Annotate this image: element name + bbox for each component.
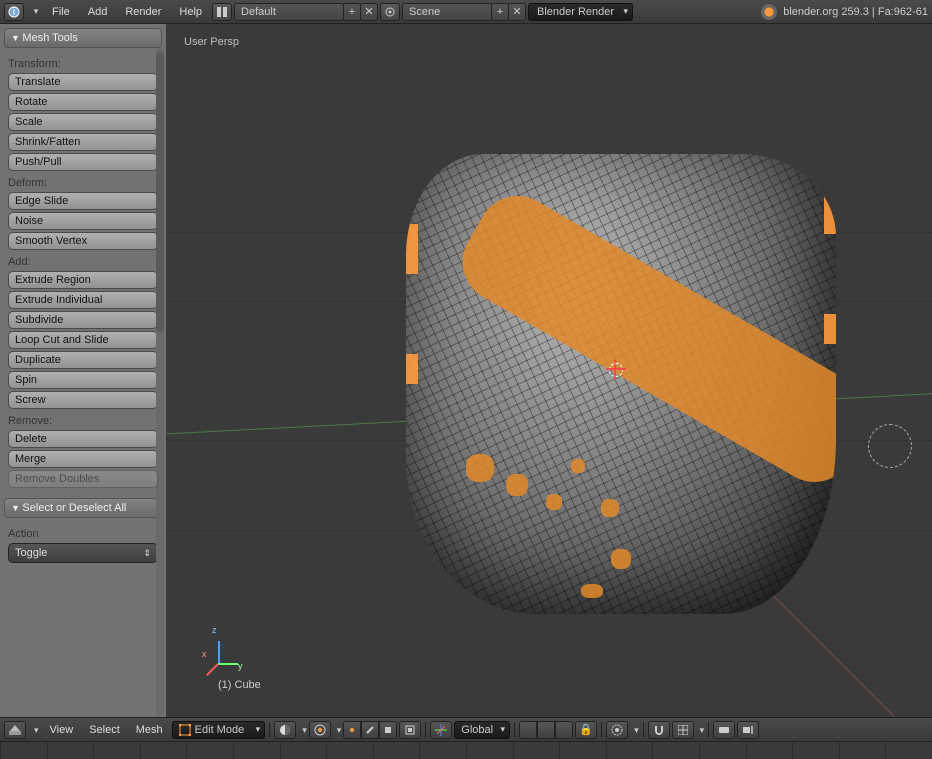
brush-circle-icon bbox=[868, 424, 912, 468]
svg-text:i: i bbox=[13, 6, 15, 18]
deform-label: Deform: bbox=[8, 177, 158, 189]
scene-add-icon[interactable]: + bbox=[491, 3, 509, 21]
view-editor-type-icon[interactable] bbox=[4, 721, 26, 739]
spin-button[interactable]: Spin bbox=[8, 371, 158, 389]
add-menu[interactable]: Add bbox=[80, 6, 116, 18]
extrude-region-button[interactable]: Extrude Region bbox=[8, 271, 158, 289]
propedit-chevron-icon[interactable] bbox=[630, 724, 639, 736]
perspective-label: User Persp bbox=[184, 36, 239, 48]
mesh-menu[interactable]: Mesh bbox=[129, 724, 170, 736]
duplicate-button[interactable]: Duplicate bbox=[8, 351, 158, 369]
action-label: Action bbox=[8, 528, 158, 540]
snap-chevron-icon[interactable] bbox=[696, 724, 705, 736]
snap-icon[interactable] bbox=[648, 721, 670, 739]
proportional-edit-icon[interactable] bbox=[606, 721, 628, 739]
axis-x-label: x bbox=[202, 649, 207, 659]
3d-view-header: View Select Mesh Edit Mode Global 🔒 bbox=[0, 717, 932, 741]
shading-chevron-icon[interactable] bbox=[298, 724, 307, 736]
mode-dropdown[interactable]: Edit Mode bbox=[172, 721, 266, 739]
main-area: Mesh Tools Transform: Translate Rotate S… bbox=[0, 24, 932, 717]
object-name-label: (1) Cube bbox=[218, 679, 261, 691]
layer-button[interactable] bbox=[555, 721, 573, 739]
delete-button[interactable]: Delete bbox=[8, 430, 158, 448]
layer-button[interactable] bbox=[537, 721, 555, 739]
layer-button[interactable] bbox=[519, 721, 537, 739]
view-menu[interactable]: View bbox=[43, 724, 81, 736]
screen-layout-icon[interactable] bbox=[212, 3, 232, 21]
info-header: i File Add Render Help Default + ✕ Scene… bbox=[0, 0, 932, 24]
loop-cut-button[interactable]: Loop Cut and Slide bbox=[8, 331, 158, 349]
mesh-tools-header[interactable]: Mesh Tools bbox=[4, 28, 162, 48]
view-header-expand-icon[interactable] bbox=[28, 724, 41, 736]
mesh-cube[interactable] bbox=[406, 154, 836, 614]
edge-select-icon[interactable] bbox=[361, 721, 379, 739]
layout-remove-icon[interactable]: ✕ bbox=[360, 3, 378, 21]
tool-scrollbar-thumb[interactable] bbox=[156, 52, 164, 332]
manipulator-icon[interactable] bbox=[430, 721, 452, 739]
layout-add-icon[interactable]: + bbox=[343, 3, 361, 21]
remove-label: Remove: bbox=[8, 415, 158, 427]
edge-slide-button[interactable]: Edge Slide bbox=[8, 192, 158, 210]
transform-label: Transform: bbox=[8, 58, 158, 70]
action-dropdown[interactable]: Toggle ⇕ bbox=[8, 543, 158, 563]
remove-doubles-button[interactable]: Remove Doubles bbox=[8, 470, 158, 488]
add-label: Add: bbox=[8, 256, 158, 268]
extrude-individual-button[interactable]: Extrude Individual bbox=[8, 291, 158, 309]
subdivide-button[interactable]: Subdivide bbox=[8, 311, 158, 329]
3d-viewport[interactable]: User Persp z y x bbox=[166, 24, 932, 717]
selected-faces bbox=[448, 181, 836, 496]
header-expand-icon[interactable] bbox=[26, 3, 42, 21]
orientation-label: Global bbox=[461, 724, 493, 736]
editor-type-icon[interactable]: i bbox=[4, 3, 24, 21]
render-menu[interactable]: Render bbox=[117, 6, 169, 18]
render-engine-dropdown[interactable]: Blender Render bbox=[528, 3, 633, 21]
mode-label: Edit Mode bbox=[195, 724, 245, 736]
translate-button[interactable]: Translate bbox=[8, 73, 158, 91]
screw-button[interactable]: Screw bbox=[8, 391, 158, 409]
pivot-dropdown-icon[interactable] bbox=[309, 721, 331, 739]
face-select-icon[interactable] bbox=[379, 721, 397, 739]
action-value: Toggle bbox=[15, 547, 47, 559]
help-menu[interactable]: Help bbox=[171, 6, 210, 18]
limit-selection-icon[interactable] bbox=[399, 721, 421, 739]
file-menu[interactable]: File bbox=[44, 6, 78, 18]
axis-z-label: z bbox=[212, 625, 217, 635]
shrink-fatten-button[interactable]: Shrink/Fatten bbox=[8, 133, 158, 151]
screen-layout-field[interactable]: Default bbox=[234, 3, 344, 21]
scale-button[interactable]: Scale bbox=[8, 113, 158, 131]
edit-mode-icon bbox=[179, 724, 191, 736]
merge-button[interactable]: Merge bbox=[8, 450, 158, 468]
vertex-select-icon[interactable] bbox=[343, 721, 361, 739]
smooth-vertex-button[interactable]: Smooth Vertex bbox=[8, 232, 158, 250]
noise-button[interactable]: Noise bbox=[8, 212, 158, 230]
orientation-dropdown[interactable]: Global bbox=[454, 721, 510, 739]
rotate-button[interactable]: Rotate bbox=[8, 93, 158, 111]
timeline-strip[interactable] bbox=[0, 741, 932, 759]
scene-field[interactable]: Scene bbox=[402, 3, 492, 21]
shading-dropdown-icon[interactable] bbox=[274, 721, 296, 739]
snap-target-icon[interactable] bbox=[672, 721, 694, 739]
3d-cursor-icon bbox=[606, 360, 626, 380]
operator-panel-header[interactable]: Select or Deselect All bbox=[4, 498, 162, 518]
select-menu[interactable]: Select bbox=[82, 724, 127, 736]
axis-gizmo: z y x bbox=[208, 629, 248, 669]
lock-layers-icon[interactable]: 🔒 bbox=[575, 721, 597, 739]
dropdown-chevrons-icon: ⇕ bbox=[143, 548, 151, 559]
layers-group-a bbox=[519, 721, 573, 739]
version-text: blender.org 259.3 | Fa:962-61 bbox=[783, 6, 928, 18]
blender-logo-icon bbox=[761, 4, 777, 20]
scene-icon[interactable] bbox=[380, 3, 400, 21]
pivot-chevron-icon[interactable] bbox=[333, 724, 342, 736]
scene-remove-icon[interactable]: ✕ bbox=[508, 3, 526, 21]
push-pull-button[interactable]: Push/Pull bbox=[8, 153, 158, 171]
opengl-render-icon[interactable] bbox=[713, 721, 735, 739]
opengl-anim-icon[interactable] bbox=[737, 721, 759, 739]
tool-shelf: Mesh Tools Transform: Translate Rotate S… bbox=[0, 24, 166, 717]
select-mode-group bbox=[343, 721, 397, 739]
axis-y-label: y bbox=[238, 661, 243, 671]
